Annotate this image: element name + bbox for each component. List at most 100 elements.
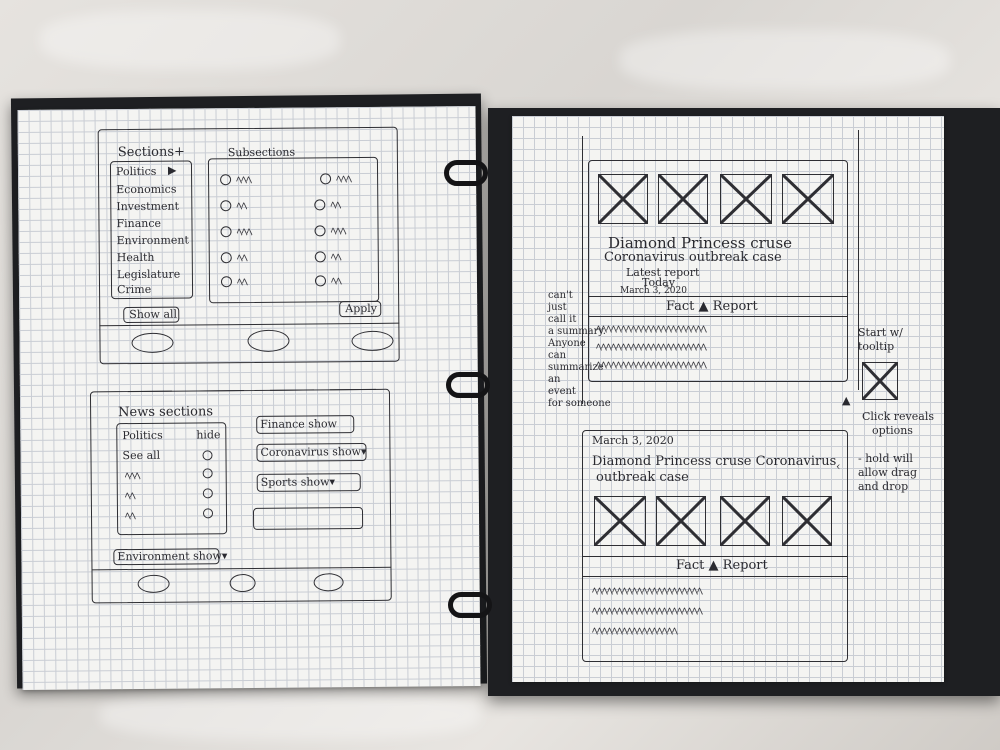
x-placeholder-icon [599,175,647,223]
empty-chip[interactable] [252,507,364,530]
fact-report-toggle[interactable]: Fact ▲ Report [666,299,758,314]
scribble-text: ﾍﾍﾍﾍﾍﾍﾍﾍﾍﾍﾍﾍﾍﾍﾍﾍﾍﾍﾍﾍﾍﾍ [596,322,707,336]
caret-up-icon: ▲ [842,394,851,407]
scribble-text: ﾍﾍﾍﾍﾍﾍﾍﾍﾍﾍﾍﾍﾍﾍﾍﾍﾍﾍﾍﾍﾍﾍ [596,340,707,354]
start-tooltip-note: tooltip [858,340,895,353]
side-note-line: just [548,302,567,313]
scribble-label: ﾍﾍ [330,198,341,213]
side-note-line: can [548,350,567,361]
side-note-line: for someone [548,398,611,409]
sections-label: Sections+ [117,144,185,161]
side-note-line: a summary. [548,326,606,337]
section-item-politics[interactable]: Politics [116,165,156,178]
sports-chip-label: Sports show▾ [260,475,336,489]
hide-toggle[interactable] [202,468,213,479]
radio-option[interactable] [314,225,326,237]
x-placeholder-icon [783,497,831,545]
card-2-date: March 3, 2020 [592,434,674,447]
side-note-line: event [548,386,576,397]
radio-option[interactable] [220,252,232,264]
binder-ring [446,372,490,398]
side-note-line: Anyone [548,338,586,349]
arrow-right-icon: ▶ [167,163,177,177]
section-item-environment[interactable]: Environment [117,234,189,248]
section-item-health[interactable]: Health [117,251,155,264]
scribble-label: ﾍﾍ [124,489,135,504]
subsections-box [207,156,380,304]
bedsheet-fold [620,30,950,90]
finance-chip-label: Finance show [260,417,338,431]
side-note-line: summarize [548,362,604,373]
image-placeholder[interactable] [598,174,648,224]
fact-report-toggle-2[interactable]: Fact ▲ Report [676,558,768,573]
scribble-label: ﾍﾍ [236,199,247,214]
section-item-legislature[interactable]: Legislature [117,268,180,282]
x-placeholder-icon [659,175,707,223]
card-1-subtitle: Coronavirus outbreak case [604,250,782,265]
start-tooltip-note: Start w/ [858,326,903,339]
x-placeholder-icon [595,497,645,545]
scribble-text: ﾍﾍﾍﾍﾍﾍﾍﾍﾍﾍﾍﾍﾍﾍﾍﾍﾍﾍﾍﾍﾍﾍ [592,584,703,598]
radio-option[interactable] [220,174,232,186]
image-placeholder[interactable] [594,496,646,546]
side-note-line: an [548,374,561,385]
side-note-line: can't [548,290,573,301]
card-2-divider [582,556,848,557]
x-placeholder-icon [721,497,769,545]
radio-option[interactable] [314,199,326,211]
hold-note: and drop [858,480,909,493]
card-2-subtitle: outbreak case [596,470,689,485]
scribble-label: ﾍﾍ [124,508,136,524]
hide-toggle[interactable] [202,508,214,519]
scribble-label: ﾍﾍﾍ [330,224,346,239]
radio-option[interactable] [320,173,332,185]
scribble-text: ﾍﾍﾍﾍﾍﾍﾍﾍﾍﾍﾍﾍﾍﾍﾍﾍﾍﾍﾍﾍﾍﾍ [596,358,707,372]
bedsheet-fold [40,10,340,70]
politics-row-label: Politics [122,428,163,443]
see-all-label[interactable]: See all [122,449,160,462]
hide-toggle[interactable] [202,450,213,461]
apply-label: Apply [345,301,378,316]
coronavirus-chip-label: Coronavirus show▾ [260,444,367,459]
radio-option[interactable] [220,276,233,288]
right-notebook-page: Diamond Princess cruse Coronavirus outbr… [512,116,944,682]
scribble-label: ﾍﾍ [236,251,247,266]
click-reveals-note: options [872,424,913,437]
scribble-label: ﾍﾍ [330,250,341,265]
radio-option[interactable] [314,275,327,287]
card-1-date: March 3, 2020 [620,286,687,296]
section-item-crime[interactable]: Crime [117,283,151,296]
environment-chip-label: Environment show▾ [117,549,228,564]
binder-ring [448,592,492,618]
x-placeholder-icon [783,175,833,223]
radio-option[interactable] [220,226,232,238]
news-sections-label: News sections [118,404,214,421]
image-placeholder[interactable] [782,496,832,546]
image-placeholder[interactable] [658,174,708,224]
scribble-label: ﾍﾍ [330,274,342,289]
tooltip-image-placeholder[interactable] [862,362,898,400]
section-item-investment[interactable]: Investment [116,200,179,214]
scribble-label: ﾍﾍ [236,275,248,290]
image-placeholder[interactable] [720,174,772,224]
section-item-economics[interactable]: Economics [116,183,176,197]
card-2-divider [582,576,848,577]
hide-toggle[interactable] [202,488,213,499]
x-placeholder-icon [863,363,897,399]
card-1-divider [588,316,848,317]
click-reveals-note: Click reveals [862,410,934,423]
section-item-finance[interactable]: Finance [116,217,161,230]
image-placeholder[interactable] [720,496,770,546]
scribble-label: ﾍﾍﾍ [236,224,252,240]
radio-option[interactable] [220,200,232,212]
image-placeholder[interactable] [656,496,706,546]
scribble-label: ﾍﾍﾍ [236,172,252,188]
scribble-text: ﾍﾍﾍﾍﾍﾍﾍﾍﾍﾍﾍﾍﾍﾍﾍﾍﾍ [592,624,678,638]
binder-ring [444,160,488,186]
image-placeholder[interactable] [782,174,834,224]
hide-column-label: hide [196,428,221,442]
left-notebook-page: Sections+ Subsections Politics ▶ Economi… [17,106,481,690]
x-placeholder-icon [721,175,771,223]
radio-option[interactable] [314,251,326,263]
card-1-divider [588,296,848,297]
